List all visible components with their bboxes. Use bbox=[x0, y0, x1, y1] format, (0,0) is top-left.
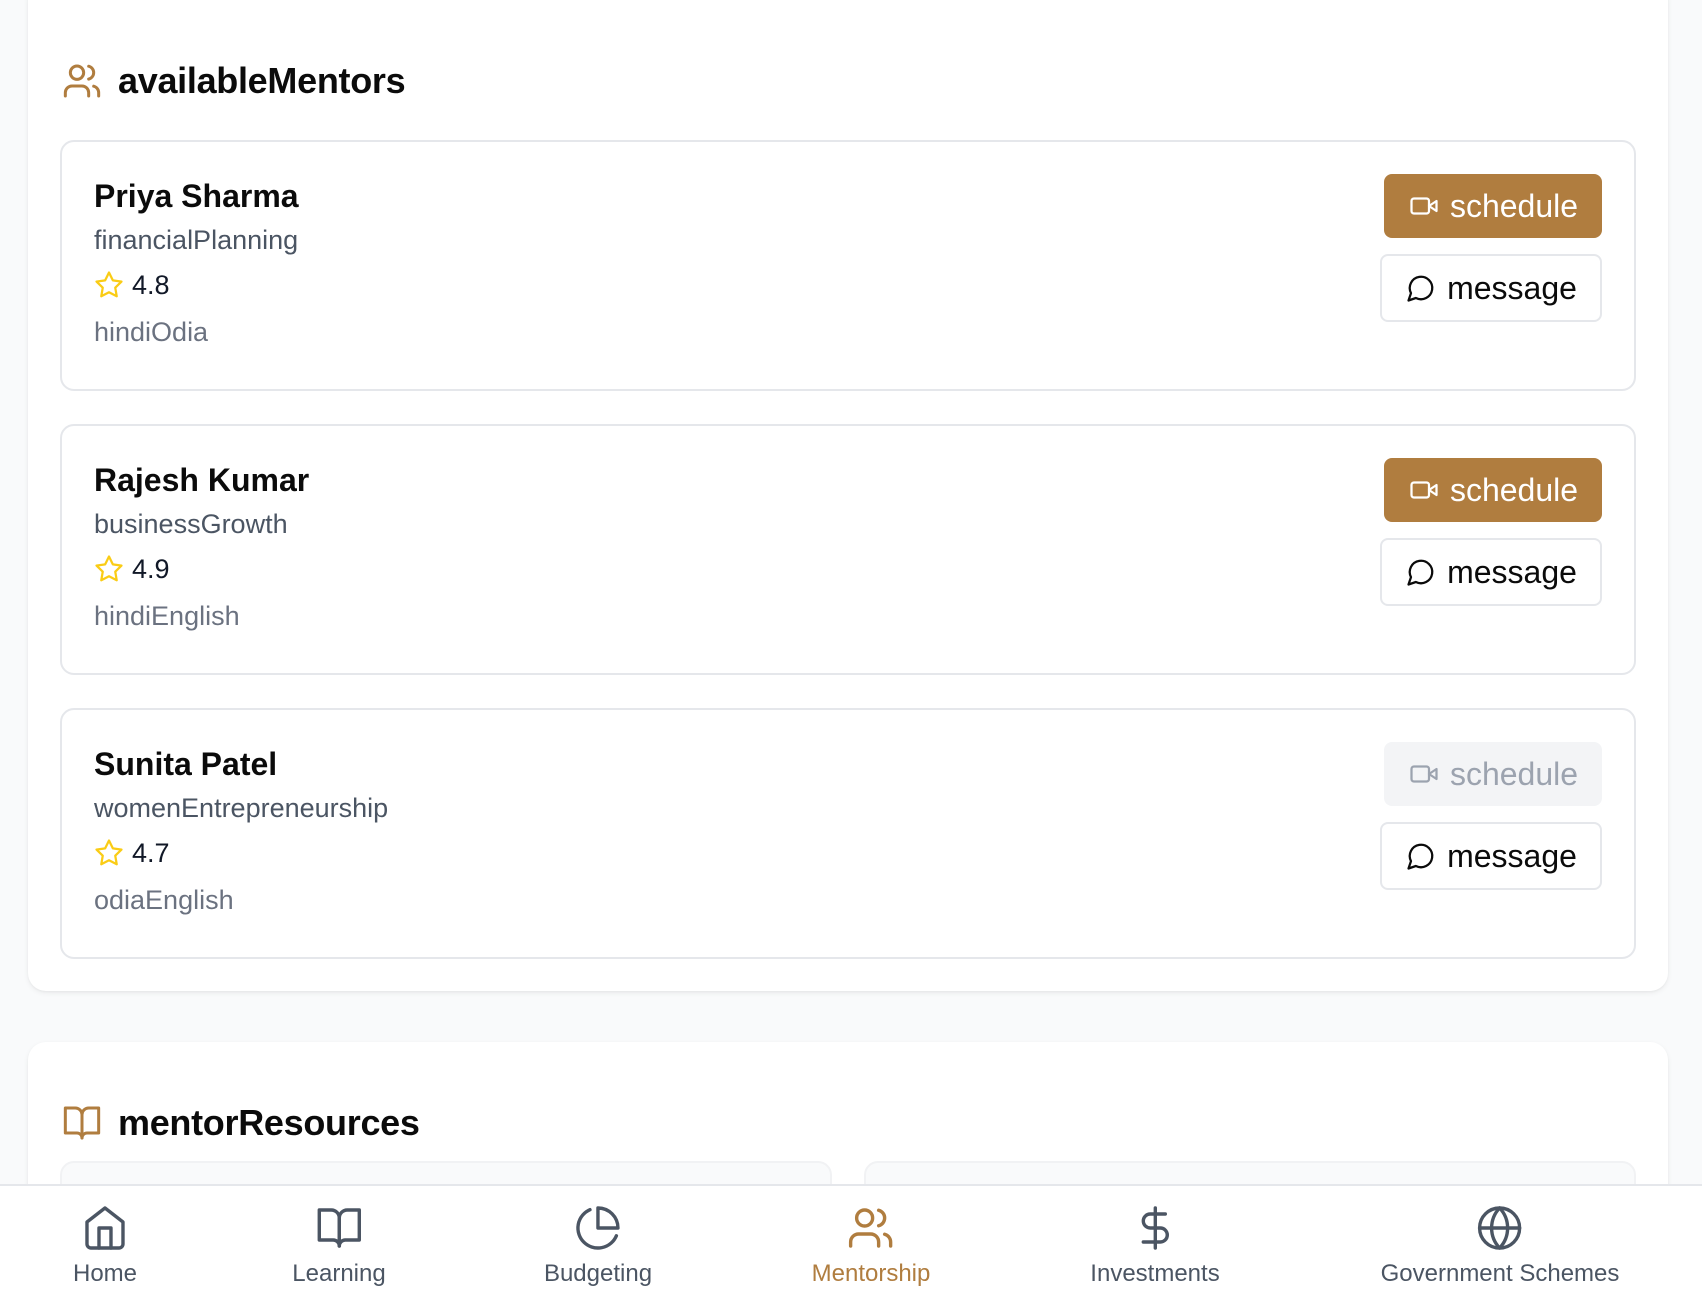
dollar-sign-icon bbox=[1129, 1202, 1181, 1254]
mentor-name: Priya Sharma bbox=[94, 178, 299, 214]
book-open-icon bbox=[313, 1202, 365, 1254]
schedule-button[interactable]: schedule bbox=[1384, 458, 1602, 522]
mentor-rating: 4.9 bbox=[94, 554, 309, 585]
message-label: message bbox=[1447, 837, 1577, 874]
nav-item-learning[interactable]: Learning bbox=[292, 1202, 386, 1288]
star-icon bbox=[94, 270, 124, 300]
message-label: message bbox=[1447, 269, 1577, 306]
users-icon bbox=[845, 1202, 897, 1254]
message-button[interactable]: message bbox=[1380, 538, 1602, 606]
nav-item-mentorship[interactable]: Mentorship bbox=[811, 1202, 931, 1288]
star-icon bbox=[94, 554, 124, 584]
mentor-card: Priya Sharma financialPlanning 4.8 hindi… bbox=[60, 140, 1636, 391]
bottom-nav: Home Learning Budgeting Mentorship Inves… bbox=[0, 1184, 1702, 1302]
nav-label: Government Schemes bbox=[1380, 1260, 1620, 1287]
mentor-rating: 4.7 bbox=[94, 838, 388, 869]
schedule-button[interactable]: schedule bbox=[1384, 742, 1602, 806]
mentor-specialty: womenEntrepreneurship bbox=[94, 793, 389, 823]
message-button[interactable]: message bbox=[1380, 822, 1602, 890]
section-title: availableMentors bbox=[118, 60, 406, 101]
schedule-label: schedule bbox=[1449, 471, 1579, 508]
mentor-languages: hindiEnglish bbox=[94, 600, 240, 631]
mentor-name: Sunita Patel bbox=[94, 746, 278, 782]
nav-label: Mentorship bbox=[811, 1260, 931, 1287]
nav-item-investments[interactable]: Investments bbox=[1090, 1202, 1220, 1288]
mentor-rating: 4.8 bbox=[94, 270, 299, 301]
nav-label: Home bbox=[72, 1260, 138, 1287]
section-header: availableMentors bbox=[62, 60, 406, 102]
schedule-label: schedule bbox=[1449, 755, 1579, 792]
nav-label: Investments bbox=[1090, 1260, 1220, 1287]
nav-label: Budgeting bbox=[543, 1260, 653, 1287]
mentor-name: Rajesh Kumar bbox=[94, 462, 310, 498]
message-circle-icon bbox=[1405, 272, 1437, 304]
mentor-card: Sunita Patel womenEntrepreneurship 4.7 o… bbox=[60, 708, 1636, 959]
available-mentors-section: availableMentors Priya Sharma financialP… bbox=[28, 0, 1668, 991]
mentor-specialty: businessGrowth bbox=[94, 509, 288, 539]
nav-item-home[interactable]: Home bbox=[73, 1202, 137, 1288]
nav-item-government-schemes[interactable]: Government Schemes bbox=[1380, 1202, 1620, 1288]
message-circle-icon bbox=[1405, 556, 1437, 588]
schedule-label: schedule bbox=[1449, 187, 1579, 224]
video-icon bbox=[1408, 190, 1440, 222]
message-button[interactable]: message bbox=[1380, 254, 1602, 322]
rating-value: 4.8 bbox=[132, 269, 170, 300]
rating-value: 4.9 bbox=[132, 553, 170, 584]
home-icon bbox=[79, 1202, 131, 1254]
video-icon bbox=[1408, 474, 1440, 506]
nav-label: Learning bbox=[292, 1260, 386, 1287]
nav-item-budgeting[interactable]: Budgeting bbox=[544, 1202, 652, 1288]
mentor-languages: hindiOdia bbox=[94, 316, 209, 347]
mentor-languages: odiaEnglish bbox=[94, 884, 234, 915]
globe-icon bbox=[1474, 1202, 1526, 1254]
pie-chart-icon bbox=[572, 1202, 624, 1254]
rating-value: 4.7 bbox=[132, 837, 170, 868]
users-icon bbox=[62, 61, 102, 101]
schedule-button[interactable]: schedule bbox=[1384, 174, 1602, 238]
section-header: mentorResources bbox=[62, 1102, 420, 1144]
mentor-card: Rajesh Kumar businessGrowth 4.9 hindiEng… bbox=[60, 424, 1636, 675]
video-icon bbox=[1408, 758, 1440, 790]
book-open-icon bbox=[62, 1103, 102, 1143]
message-label: message bbox=[1447, 553, 1577, 590]
star-icon bbox=[94, 838, 124, 868]
page: availableMentors Priya Sharma financialP… bbox=[0, 0, 1702, 1302]
mentor-specialty: financialPlanning bbox=[94, 225, 299, 255]
message-circle-icon bbox=[1405, 840, 1437, 872]
section-title: mentorResources bbox=[118, 1102, 420, 1143]
